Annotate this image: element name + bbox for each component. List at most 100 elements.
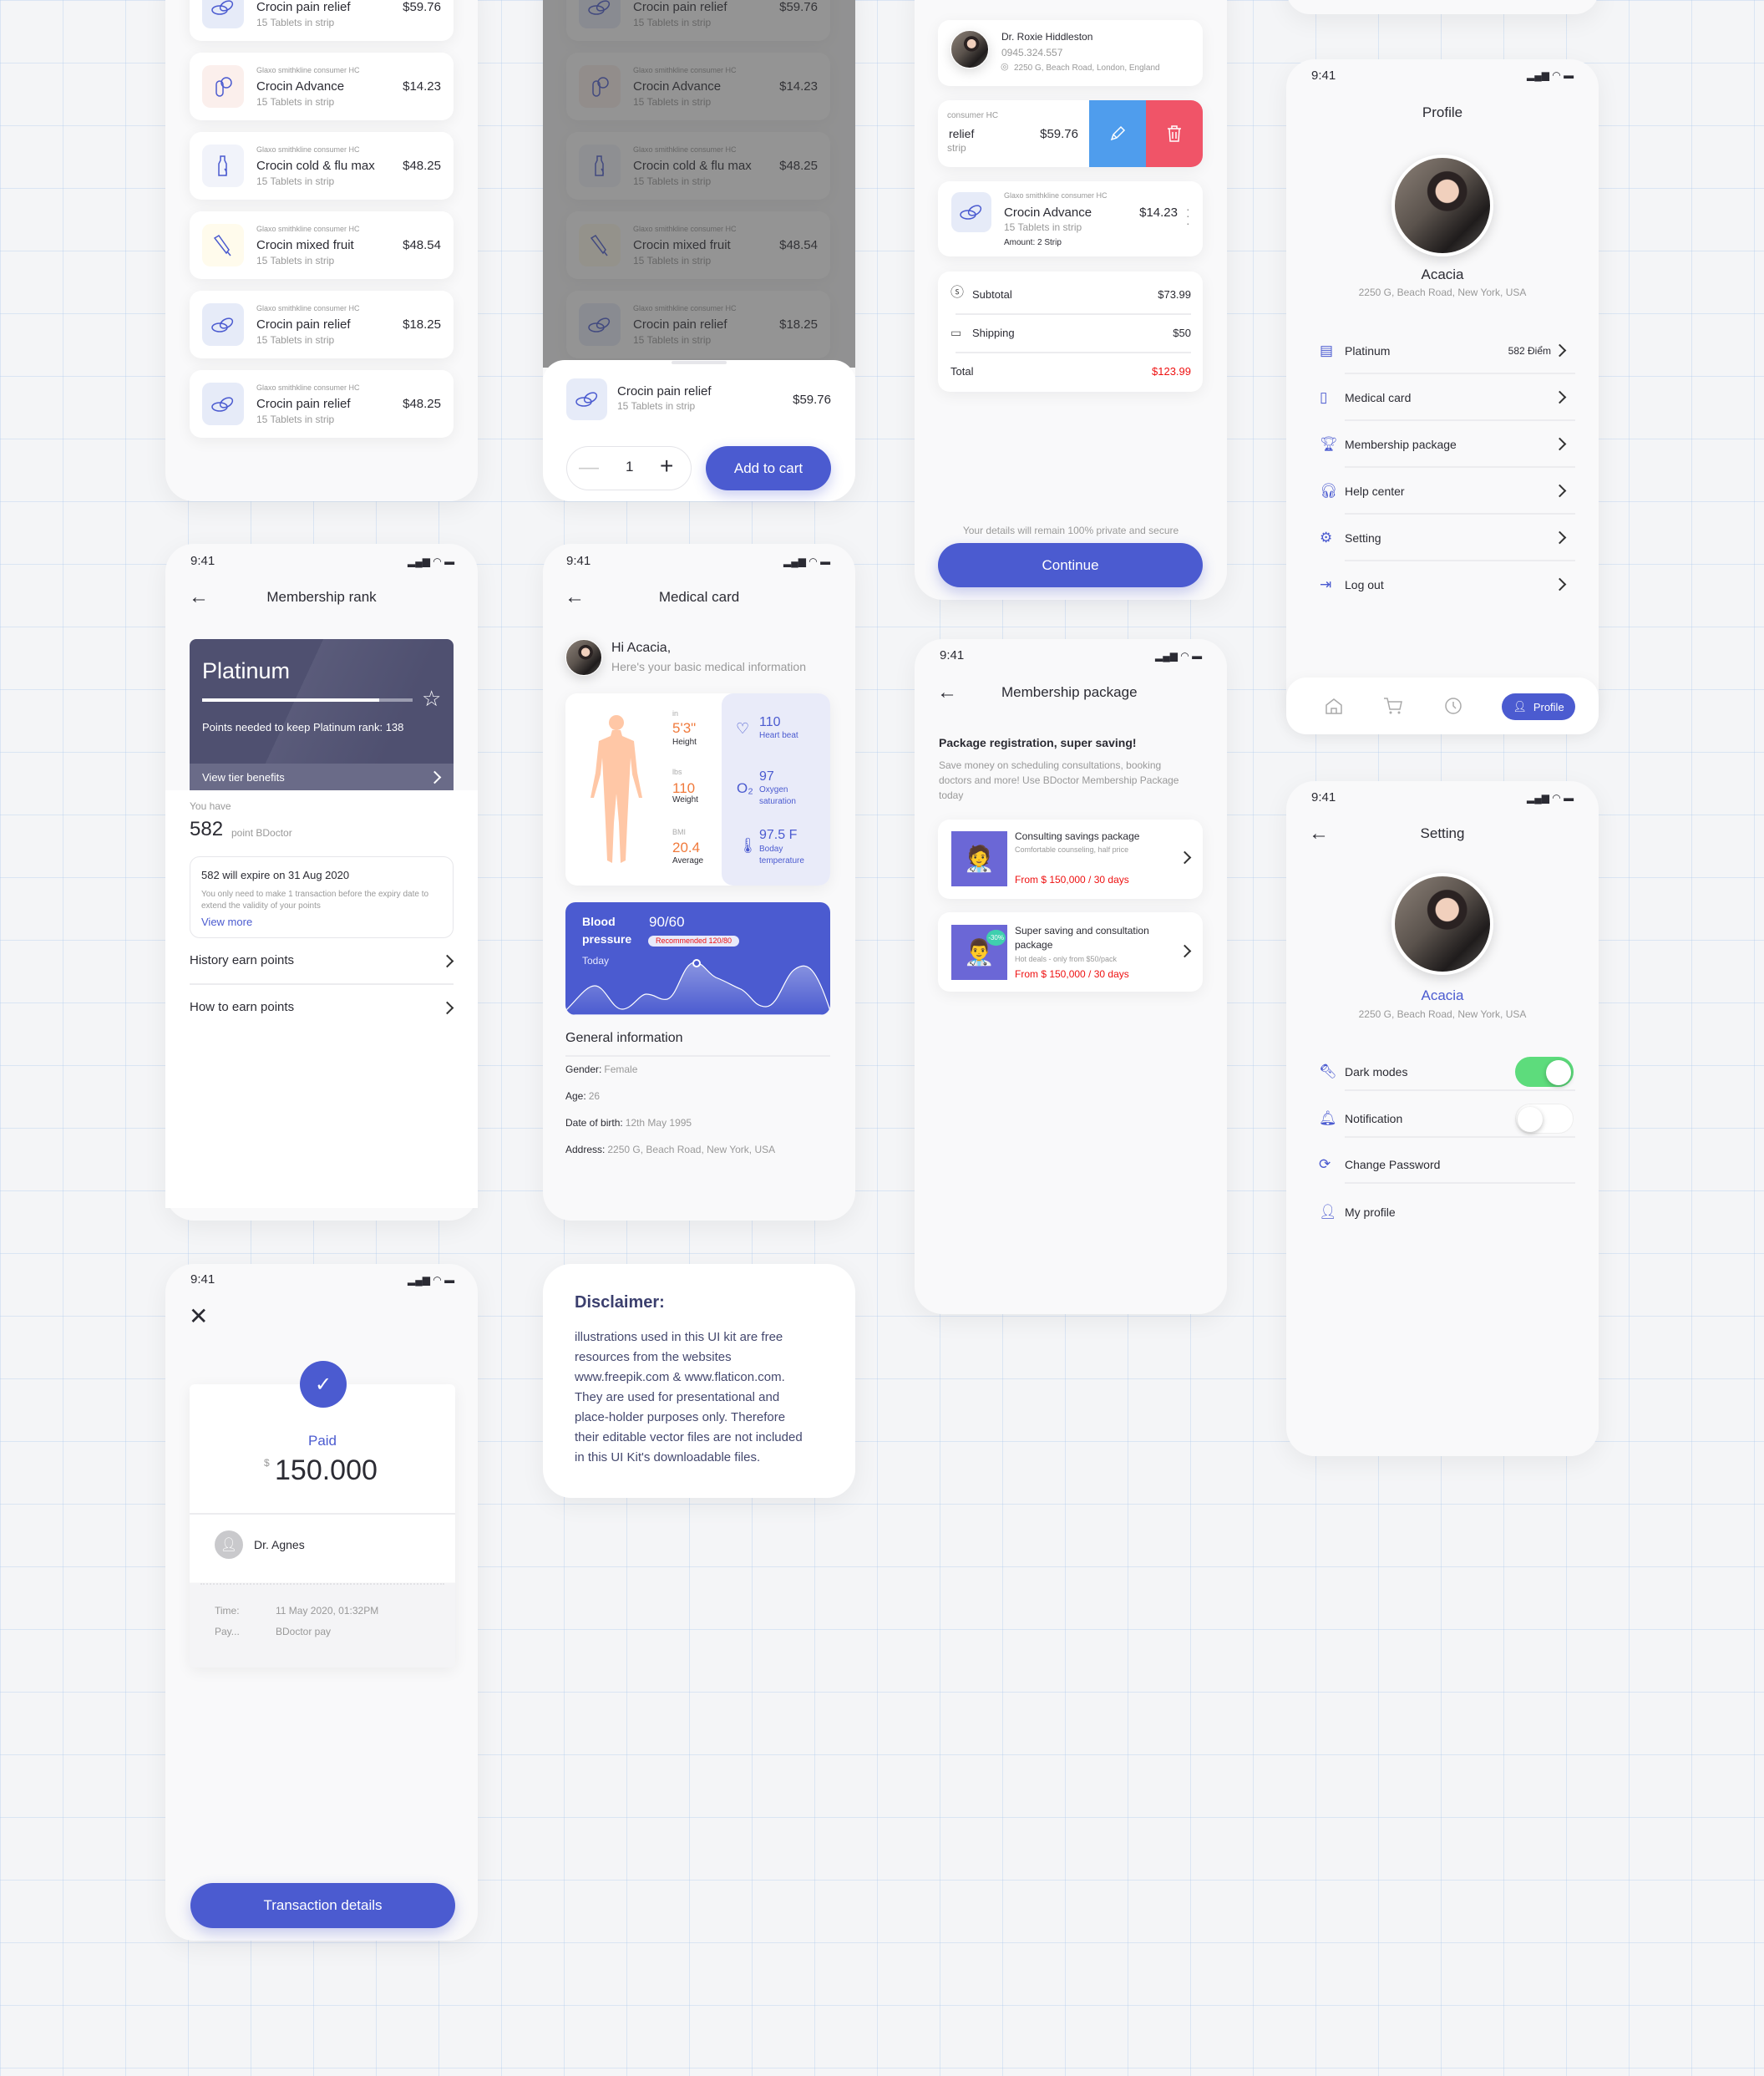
item-price: $59.76	[1040, 127, 1078, 141]
subtotal-value: $73.99	[1158, 288, 1191, 301]
item-name: Crocin Advance	[1004, 206, 1092, 220]
shipping-label: Shipping	[972, 327, 1015, 339]
product-name: Crocin pain relief	[256, 397, 351, 411]
bp-recommended-badge: Recommended 120/80	[648, 936, 740, 947]
product-price: $48.25	[403, 397, 441, 411]
height-label: Height	[672, 738, 697, 747]
sheet-product-price: $59.76	[793, 393, 831, 407]
product-sub: 15 Tablets in strip	[256, 96, 335, 108]
more-options-icon[interactable]: · · ·	[1186, 203, 1191, 229]
total-value: $123.99	[1152, 365, 1191, 378]
product-price: $59.76	[403, 0, 441, 14]
package-sub: Comfortable counseling, half price	[1015, 845, 1129, 854]
home-icon[interactable]	[1325, 697, 1343, 715]
divider	[1345, 513, 1575, 515]
height-unit: in	[672, 709, 679, 718]
check-badge: ✓	[300, 1361, 347, 1408]
product-name: Crocin Advance	[256, 79, 345, 94]
product-brand: Glaxo smithkline consumer HC	[256, 145, 360, 154]
disclaimer-line: their editable vector files are not incl…	[575, 1430, 803, 1444]
trash-icon	[1168, 125, 1181, 142]
delete-button[interactable]	[1146, 100, 1203, 167]
toggle-notification[interactable]	[1515, 1104, 1574, 1134]
capsule-icon	[215, 76, 232, 97]
shipping-value: $50	[1173, 327, 1191, 339]
temperature-label: Boday	[759, 845, 783, 854]
expiry-desc: extend the validity of your points	[201, 901, 321, 911]
back-arrow-icon[interactable]: ←	[937, 683, 957, 703]
product-name: Crocin pain relief	[256, 0, 351, 14]
modal-overlay[interactable]	[543, 0, 855, 368]
view-more-link[interactable]: View more	[201, 916, 252, 927]
increment-button[interactable]: +	[660, 454, 673, 478]
menu-label: Help center	[1345, 485, 1405, 498]
bp-today: Today	[582, 955, 610, 967]
menu-label: Membership package	[1345, 438, 1457, 451]
tube-icon	[213, 234, 231, 256]
divider	[1345, 373, 1575, 374]
refresh-icon: ⟳	[1319, 1156, 1331, 1172]
item-name: relief	[949, 127, 975, 140]
setting-label[interactable]: Change Password	[1345, 1159, 1440, 1170]
status-icons: ▂▄▆ ◠ ▬	[1527, 792, 1574, 804]
bottle-icon	[218, 155, 227, 176]
page-title: Membership rank	[266, 589, 377, 605]
cart-icon[interactable]	[1383, 697, 1403, 715]
pay-label: Pay...	[215, 1626, 240, 1637]
add-to-cart-button[interactable]: Add to cart	[706, 446, 831, 490]
pills-icon	[575, 392, 597, 407]
profile-avatar[interactable]	[1391, 155, 1493, 256]
greeting-subtitle: Here's your basic medical information	[611, 660, 806, 673]
status-time: 9:41	[190, 554, 215, 568]
setting-avatar[interactable]	[1391, 873, 1493, 975]
bp-label: pressure	[582, 932, 632, 946]
previous-screen-stub	[1286, 0, 1599, 14]
status-time: 9:41	[1311, 69, 1336, 83]
time-value: 11 May 2020, 01:32PM	[276, 1605, 379, 1617]
weight-value: 110	[672, 780, 696, 796]
dollar-icon: ⓢ	[950, 286, 965, 300]
heart-rate-icon: ♡	[736, 720, 750, 737]
heart-label: Heart beat	[759, 731, 798, 740]
sheet-product-sub: 15 Tablets in strip	[617, 400, 696, 412]
doctor-phone: 0945.324.557	[1001, 47, 1063, 58]
pills-icon	[211, 396, 234, 412]
expiry-title: 582 will expire on 31 Aug 2020	[201, 869, 350, 881]
weight-unit: lbs	[672, 768, 682, 776]
product-sub: 15 Tablets in strip	[256, 255, 335, 266]
page-title: Profile	[1422, 104, 1463, 120]
package-heading: Package registration, super saving!	[939, 736, 1137, 749]
user-icon: 👤︎	[1319, 1204, 1337, 1220]
transaction-details-button[interactable]: Transaction details	[190, 1883, 455, 1928]
decrement-button[interactable]: —	[579, 458, 599, 478]
disclaimer-line: resources from the websites	[575, 1350, 732, 1364]
item-price: $14.23	[1139, 206, 1178, 220]
subtotal-label: Subtotal	[972, 288, 1012, 301]
setting-label[interactable]: My profile	[1345, 1206, 1396, 1218]
nav-profile-button[interactable]: 👤︎ Profile	[1502, 693, 1575, 720]
close-icon[interactable]: ✕	[189, 1305, 208, 1328]
profile-address: 2250 G, Beach Road, New York, USA	[1358, 287, 1527, 298]
item-sub: 15 Tablets in strip	[1004, 221, 1082, 233]
product-icon-box	[202, 303, 244, 346]
history-earn-points[interactable]: History earn points	[190, 954, 294, 967]
check-icon: ✓	[314, 1373, 332, 1396]
info-row: Date of birth: 12th May 1995	[565, 1118, 692, 1128]
product-icon-box	[202, 145, 244, 187]
pills-icon	[211, 0, 234, 15]
info-key: Age:	[565, 1090, 586, 1102]
user-icon: 👤︎	[1513, 700, 1527, 713]
toggle-dark-modes[interactable]	[1515, 1057, 1574, 1087]
continue-button[interactable]: Continue	[938, 543, 1203, 587]
star-icon[interactable]: ☆	[422, 688, 441, 709]
sheet-handle[interactable]	[672, 361, 727, 364]
info-key: Address:	[565, 1144, 606, 1155]
pills-icon	[211, 317, 234, 332]
bmi-unit: BMI	[672, 828, 687, 836]
edit-button[interactable]	[1089, 100, 1146, 167]
you-have-label: You have	[190, 800, 231, 812]
how-to-earn-points[interactable]: How to earn points	[190, 1001, 294, 1013]
bmi-value: 20.4	[672, 840, 701, 855]
product-price: $48.54	[403, 238, 441, 252]
history-icon[interactable]	[1444, 697, 1462, 715]
